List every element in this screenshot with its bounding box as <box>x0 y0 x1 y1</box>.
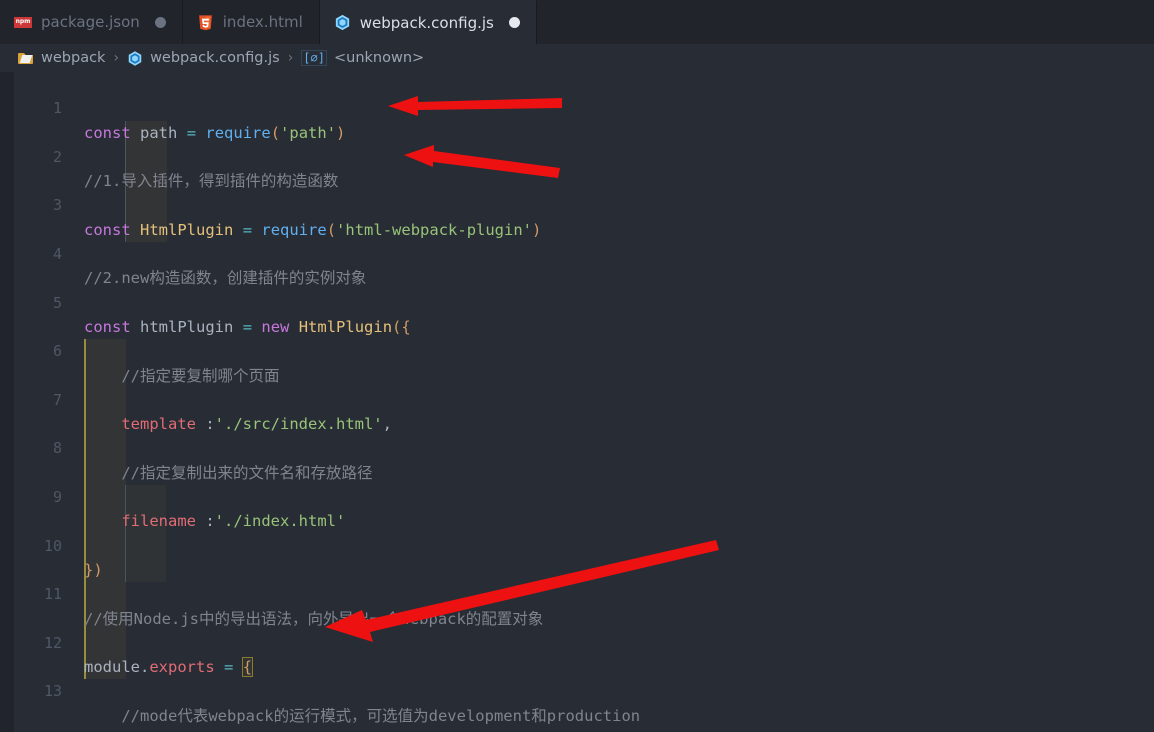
line-number: 14 <box>0 728 62 732</box>
npm-icon: npm <box>14 16 32 28</box>
line-number: 4 <box>52 245 62 264</box>
vscode-window: npm package.json index.html webpack.conf… <box>0 0 1154 732</box>
code-line[interactable]: 7 template :'./src/index.html', <box>0 364 1154 433</box>
code-line[interactable]: 9 filename :'./index.html' <box>0 461 1154 530</box>
tab-label: index.html <box>222 13 303 31</box>
symbol-brace-icon: [⌀] <box>301 50 327 66</box>
code-line[interactable]: 2 //1.导入插件，得到插件的构造函数 <box>0 121 1154 190</box>
breadcrumb-label: <unknown> <box>333 50 425 66</box>
tab-package-json[interactable]: npm package.json <box>0 0 183 44</box>
code-lines: 1 const path = require('path') 2 //1.导入插… <box>0 72 1154 732</box>
unsaved-indicator-dot[interactable] <box>508 17 520 28</box>
line-number: 11 <box>43 585 62 604</box>
tab-label: webpack.config.js <box>359 13 494 32</box>
webpack-icon <box>334 14 351 31</box>
breadcrumb-separator: › <box>113 50 120 66</box>
code-line[interactable]: 8 //指定复制出来的文件名和存放路径 <box>0 412 1154 481</box>
tab-label: package.json <box>41 13 140 31</box>
breadcrumb-item-symbol[interactable]: [⌀] <unknown> <box>301 50 424 66</box>
code-line[interactable]: 13 //mode代表webpack的运行模式，可选值为development和… <box>0 655 1154 724</box>
code-line[interactable]: 12 module.exports = { <box>0 607 1154 678</box>
breadcrumb-item-file[interactable]: webpack.config.js <box>127 50 280 67</box>
line-number: 7 <box>52 390 62 409</box>
code-line[interactable]: 1 const path = require('path') <box>0 72 1154 141</box>
line-number: 12 <box>43 633 62 652</box>
webpack-icon <box>127 50 143 67</box>
code-line[interactable]: 11 //使用Node.js中的导出语法，向外导出一个webpack的配置对象 <box>0 558 1154 627</box>
line-number: 2 <box>52 147 62 166</box>
code-line[interactable]: 10 }) <box>0 509 1154 579</box>
folder-icon <box>18 51 34 65</box>
line-number: 10 <box>43 536 62 555</box>
breadcrumb-item-folder[interactable]: webpack <box>18 50 105 66</box>
breadcrumb: webpack › webpack.config.js › [⌀] <unkno… <box>0 44 1154 72</box>
tab-index-html[interactable]: index.html <box>182 0 320 44</box>
line-number: 13 <box>43 682 62 701</box>
line-number: 3 <box>52 196 62 215</box>
unsaved-indicator-dot[interactable] <box>154 16 166 28</box>
line-number: 1 <box>52 99 62 118</box>
line-number: 5 <box>52 293 62 312</box>
breadcrumb-separator: › <box>287 50 294 66</box>
code-line[interactable]: 14 mode :'development', <box>0 704 1154 732</box>
line-number: 6 <box>52 342 62 361</box>
code-line[interactable]: 4 //2.new构造函数，创建插件的实例对象 <box>0 218 1154 287</box>
breadcrumb-label: webpack <box>41 50 106 66</box>
editor-tab-bar: npm package.json index.html webpack.conf… <box>0 0 1154 44</box>
code-line[interactable]: 6 //指定要复制哪个页面 <box>0 315 1154 384</box>
tab-webpack-config-js[interactable]: webpack.config.js <box>319 0 537 44</box>
code-line[interactable]: 5 const htmlPlugin = new HtmlPlugin({ <box>0 266 1154 336</box>
line-number: 8 <box>52 439 62 458</box>
html5-icon <box>197 14 214 31</box>
breadcrumb-label: webpack.config.js <box>150 50 280 66</box>
code-line[interactable]: 3 const HtmlPlugin = require('html-webpa… <box>0 169 1154 238</box>
line-number: 9 <box>52 488 62 507</box>
code-editor[interactable]: 1 const path = require('path') 2 //1.导入插… <box>0 72 1154 732</box>
